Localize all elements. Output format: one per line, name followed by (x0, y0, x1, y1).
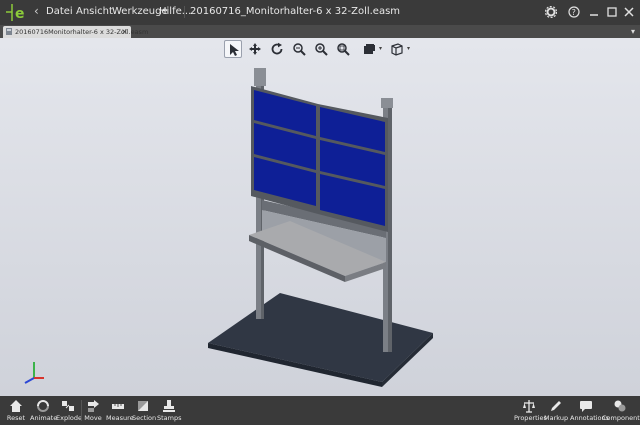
menu-divider (184, 6, 185, 18)
explode-button[interactable]: Explode (56, 396, 82, 425)
move-button[interactable]: Move (84, 396, 102, 425)
properties-icon (523, 400, 535, 413)
stamps-button[interactable]: Stamps (157, 396, 182, 425)
section-button[interactable]: Section (132, 396, 157, 425)
tab-bar: 20160716Monitorhalter-6 x 32-Zoll.easm ×… (0, 25, 640, 38)
tab-close-icon[interactable]: × (121, 26, 128, 38)
animate-label: Animate (30, 414, 58, 422)
move-icon (88, 400, 99, 412)
explode-icon (62, 401, 74, 411)
title-bar: e ‹ Datei Ansicht Werkzeuge Hilfe... 201… (0, 0, 640, 25)
reset-label: Reset (6, 414, 26, 422)
monitor-stand-model[interactable] (0, 38, 640, 396)
measure-label: Measure (106, 414, 134, 422)
menu-ansicht[interactable]: Ansicht (76, 6, 113, 17)
reset-button[interactable]: Reset (4, 396, 28, 425)
measure-icon (112, 404, 124, 409)
components-icon (614, 400, 626, 412)
minimize-icon[interactable] (585, 3, 603, 21)
toolbar-divider (81, 400, 82, 421)
home-icon (10, 400, 22, 412)
model-viewport[interactable]: ▾ ▾ (0, 38, 640, 396)
svg-text:?: ? (572, 8, 576, 17)
stamps-label: Stamps (157, 414, 182, 422)
annotations-icon (580, 401, 592, 412)
right-post-cap (381, 98, 393, 108)
move-label: Move (84, 414, 102, 422)
logo-icon[interactable]: e (4, 2, 30, 23)
stamp-icon (163, 400, 175, 412)
gear-icon[interactable] (542, 3, 560, 21)
bottom-toolbar: Reset Animate Explode Move Measure Secti… (0, 396, 640, 425)
left-post-cap (254, 68, 266, 86)
document-tab[interactable]: 20160716Monitorhalter-6 x 32-Zoll.easm × (3, 26, 148, 38)
components-label: Components (602, 414, 640, 422)
menu-hilfe[interactable]: Hilfe... (159, 6, 191, 17)
animate-button[interactable]: Animate (30, 396, 58, 425)
markup-icon (551, 401, 561, 411)
svg-text:e: e (15, 6, 25, 22)
tab-list-chevron-icon[interactable]: ▾ (631, 27, 635, 36)
explode-label: Explode (56, 414, 82, 422)
components-button[interactable]: Components (602, 396, 640, 425)
markup-label: Markup (544, 414, 569, 422)
measure-button[interactable]: Measure (106, 396, 134, 425)
properties-label: Properties (514, 414, 547, 422)
animate-icon (37, 400, 49, 412)
section-icon (138, 401, 148, 411)
markup-button[interactable]: Markup (544, 396, 568, 425)
tab-label: 20160716Monitorhalter-6 x 32-Zoll.easm (15, 28, 149, 36)
menu-datei[interactable]: Datei (46, 6, 73, 17)
document-title: 20160716_Monitorhalter-6 x 32-Zoll.easm (190, 6, 401, 17)
maximize-icon[interactable] (603, 3, 621, 21)
properties-button[interactable]: Properties (514, 396, 547, 425)
section-label: Section (132, 414, 157, 422)
back-icon[interactable]: ‹ (34, 4, 39, 18)
annotations-button[interactable]: Annotations (570, 396, 610, 425)
help-icon[interactable]: ? (565, 3, 583, 21)
annotations-label: Annotations (570, 414, 610, 422)
close-icon[interactable] (620, 3, 638, 21)
assembly-file-icon (6, 28, 12, 35)
triad-z-axis (24, 377, 35, 384)
right-post-shade (388, 104, 392, 352)
